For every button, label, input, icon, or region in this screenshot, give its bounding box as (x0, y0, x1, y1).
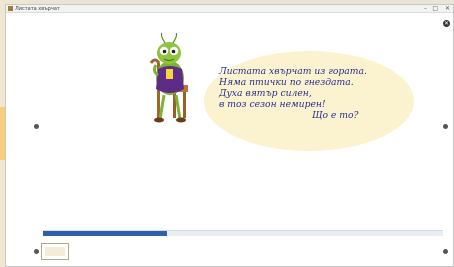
next-page-icon[interactable] (443, 249, 448, 254)
window-close-button[interactable]: ✕ (445, 5, 450, 13)
grasshopper-illustration (149, 33, 188, 123)
slide-thumbnail[interactable] (41, 243, 69, 260)
slide-content: Листата хвърчат из гората. Няма птички п… (46, 23, 451, 228)
progress-fill (43, 231, 167, 236)
poem-riddle-question: Що е то? (312, 110, 359, 121)
maximize-button[interactable]: □ (432, 5, 438, 13)
progress-bar[interactable] (43, 230, 443, 236)
poem-line: Листата хвърчат из гората. (219, 66, 367, 77)
window-title: Листата хвърчат (15, 6, 60, 12)
poem-text: Листата хвърчат из гората. Няма птички п… (219, 66, 367, 121)
poem-line: Няма птички по гнездата. (219, 77, 354, 88)
poem-line: в тоз сезон немирен! (219, 99, 326, 110)
poem-line: Духа вятър силен, (219, 88, 312, 99)
title-bar: Листата хвърчат – □ ✕ (6, 5, 453, 13)
previous-page-icon[interactable] (34, 249, 39, 254)
minimize-button[interactable]: – (424, 5, 427, 13)
thumbnail-image (45, 247, 65, 256)
app-window: Листата хвърчат – □ ✕ ✕ Листата хвърчат … (5, 4, 454, 267)
app-icon (8, 6, 13, 11)
previous-slide-icon[interactable] (34, 124, 39, 129)
